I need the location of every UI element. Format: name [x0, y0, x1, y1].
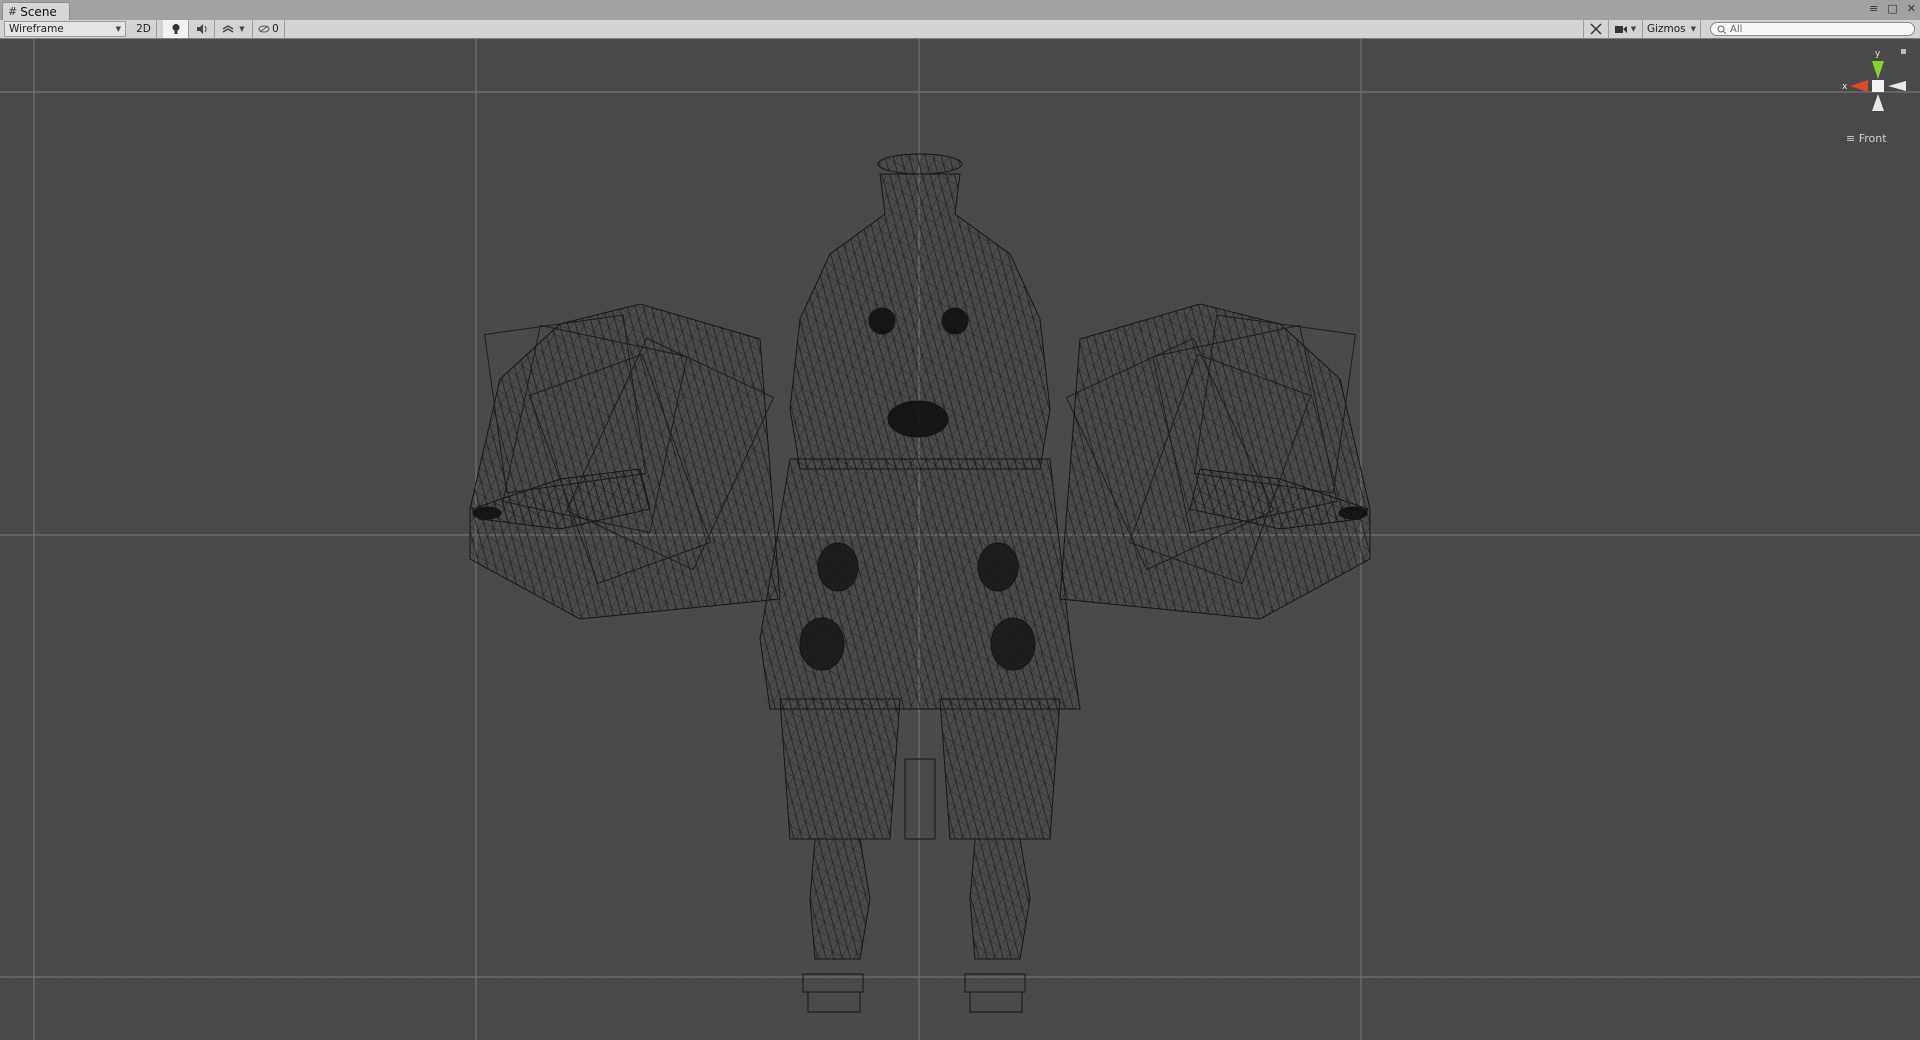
right-hand	[1338, 506, 1368, 520]
tab-scene[interactable]: # Scene	[2, 2, 70, 20]
toggle-2d-label: 2D	[136, 23, 151, 35]
camera-icon	[1614, 25, 1627, 33]
torso	[759, 458, 1081, 710]
speaker-icon	[196, 24, 206, 34]
tools-icon	[1590, 23, 1602, 35]
hidden-count: 0	[272, 23, 279, 35]
button-left-lower	[799, 617, 845, 671]
gizmo-center-cube[interactable]	[1872, 80, 1884, 92]
search-placeholder: All	[1730, 23, 1743, 35]
axis-x-cone[interactable]	[1850, 80, 1868, 92]
menu-icon[interactable]: ≡	[1869, 2, 1878, 15]
chevron-down-icon: ▼	[1630, 25, 1637, 33]
draw-mode-dropdown[interactable]: Wireframe ▼	[4, 21, 126, 37]
left-hand	[472, 506, 502, 520]
tab-scene-label: Scene	[20, 4, 57, 19]
axis-y-label: y	[1875, 49, 1881, 59]
right-leg	[969, 838, 1031, 960]
button-right-lower	[990, 617, 1036, 671]
view-label-text: Front	[1858, 132, 1887, 145]
gizmos-dropdown[interactable]: Gizmos ▼	[1643, 20, 1701, 38]
close-icon[interactable]: ✕	[1907, 2, 1916, 15]
head-top	[877, 153, 963, 175]
search-icon	[1717, 25, 1727, 34]
draw-mode-value: Wireframe	[9, 23, 64, 35]
axis-y-cone[interactable]	[1872, 61, 1884, 79]
window-controls: ≡ □ ✕	[1869, 2, 1916, 15]
camera-dropdown[interactable]: ▼	[1609, 20, 1643, 38]
button-right-upper	[977, 542, 1019, 592]
scene-canvas[interactable]	[0, 39, 1920, 1040]
scene-viewport[interactable]	[0, 39, 1920, 1040]
hash-icon: #	[8, 5, 18, 18]
maximize-icon[interactable]: □	[1887, 2, 1897, 15]
toggle-2d-button[interactable]: 2D	[131, 20, 157, 38]
view-label[interactable]: ≡ Front	[1846, 132, 1887, 145]
lock-icon[interactable]	[1901, 49, 1906, 54]
effects-dropdown[interactable]: ▼	[215, 20, 253, 38]
axis-neg-x-cone[interactable]	[1888, 81, 1906, 91]
search-input[interactable]: All	[1710, 22, 1915, 36]
left-thigh	[779, 698, 901, 840]
button-left-upper	[817, 542, 859, 592]
tools-toggle[interactable]	[1583, 20, 1609, 38]
right-eye	[941, 307, 969, 335]
audio-toggle[interactable]	[189, 20, 215, 38]
menu-icon: ≡	[1846, 132, 1856, 145]
gizmos-label: Gizmos	[1646, 23, 1686, 35]
chevron-down-icon: ▼	[239, 25, 245, 33]
left-eye	[868, 307, 896, 335]
chevron-down-icon: ▼	[1690, 25, 1697, 33]
chevron-down-icon: ▼	[115, 25, 121, 33]
lighting-toggle[interactable]	[163, 20, 189, 38]
axis-neg-y-cone[interactable]	[1872, 94, 1884, 111]
mouth	[887, 400, 949, 438]
hidden-objects-toggle[interactable]: 0	[253, 20, 285, 38]
tab-bar: # Scene ≡ □ ✕	[0, 0, 1920, 20]
right-thigh	[939, 698, 1061, 840]
scene-toolbar: Wireframe ▼ 2D ▼ 0 ▼ Gizmos ▼	[0, 20, 1920, 39]
left-leg	[809, 838, 871, 960]
eye-slash-icon	[258, 25, 270, 33]
axis-x-label: x	[1842, 82, 1848, 92]
effects-icon	[222, 25, 234, 33]
lightbulb-icon	[172, 24, 179, 34]
